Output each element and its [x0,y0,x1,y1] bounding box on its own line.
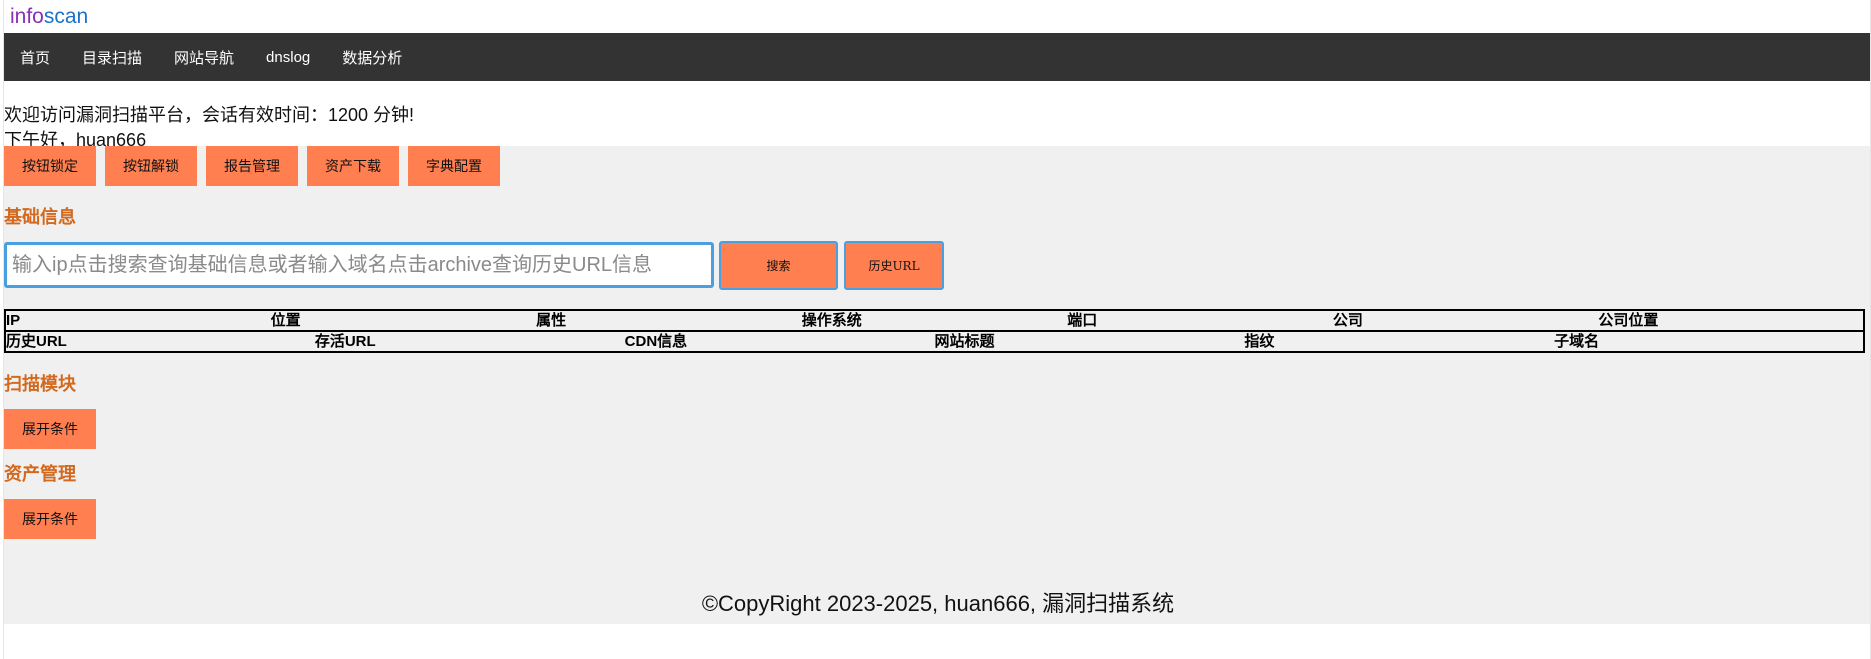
logo-part-info: info [10,5,44,28]
col-fingerprint: 指纹 [1244,330,1555,353]
col-company: 公司 [1332,309,1599,332]
search-row: 搜索 历史URL [4,240,1870,290]
asset-download-button[interactable]: 资产下载 [307,146,399,186]
col-company-location: 公司位置 [1598,309,1865,332]
logo-part-scan: scan [43,5,89,28]
col-ip: IP [4,309,271,332]
asset-expand-button[interactable]: 展开条件 [4,499,96,539]
history-url-button[interactable]: 历史URL [844,240,944,290]
main-content: 按钮锁定 按钮解锁 报告管理 资产下载 字典配置 基础信息 搜索 历史URL I… [4,146,1870,624]
col-alive-url: 存活URL [314,330,625,353]
col-subdomain: 子域名 [1554,330,1865,353]
nav-item-site-navigation[interactable]: 网站导航 [174,47,234,68]
nav-item-data-analysis[interactable]: 数据分析 [342,47,402,68]
scan-module-title: 扫描模块 [4,374,76,394]
col-location: 位置 [270,309,537,332]
toolbar: 按钮锁定 按钮解锁 报告管理 资产下载 字典配置 [4,146,1870,186]
report-management-button[interactable]: 报告管理 [206,146,298,186]
col-cdn-info: CDN信息 [624,330,935,353]
col-history-url: 历史URL [4,330,315,353]
basic-info-title: 基础信息 [4,207,76,227]
search-button[interactable]: 搜索 [719,240,838,290]
scan-expand-button[interactable]: 展开条件 [4,409,96,449]
col-port: 端口 [1067,309,1333,332]
nav-item-directory-scan[interactable]: 目录扫描 [82,47,142,68]
nav-item-home[interactable]: 首页 [20,47,50,68]
table-header-row: 历史URL 存活URL CDN信息 网站标题 指纹 子域名 [4,330,1865,353]
nav-item-dnslog[interactable]: dnslog [266,49,310,66]
top-navbar: 首页 目录扫描 网站导航 dnslog 数据分析 [4,33,1870,81]
asset-management-title: 资产管理 [4,464,76,484]
page: infoscan 首页 目录扫描 网站导航 dnslog 数据分析 欢迎访问漏洞… [3,0,1871,659]
col-os: 操作系统 [801,309,1068,332]
basic-info-table: IP 位置 属性 操作系统 端口 公司 公司位置 [4,309,1865,332]
welcome-message: 欢迎访问漏洞扫描平台，会话有效时间：1200 分钟! [4,105,415,125]
welcome-panel: 欢迎访问漏洞扫描平台，会话有效时间：1200 分钟! 下午好，huan666 [4,81,1870,150]
logo[interactable]: infoscan [4,0,1870,33]
dictionary-config-button[interactable]: 字典配置 [408,146,500,186]
search-input[interactable] [4,242,714,288]
url-info-table: 历史URL 存活URL CDN信息 网站标题 指纹 子域名 [4,330,1865,353]
table-header-row: IP 位置 属性 操作系统 端口 公司 公司位置 [4,309,1865,332]
footer-copyright: ©CopyRight 2023-2025, huan666, 漏洞扫描系统 [701,591,1175,616]
col-site-title: 网站标题 [934,330,1245,353]
col-attribute: 属性 [536,309,802,332]
unlock-buttons-button[interactable]: 按钮解锁 [105,146,197,186]
lock-buttons-button[interactable]: 按钮锁定 [4,146,96,186]
